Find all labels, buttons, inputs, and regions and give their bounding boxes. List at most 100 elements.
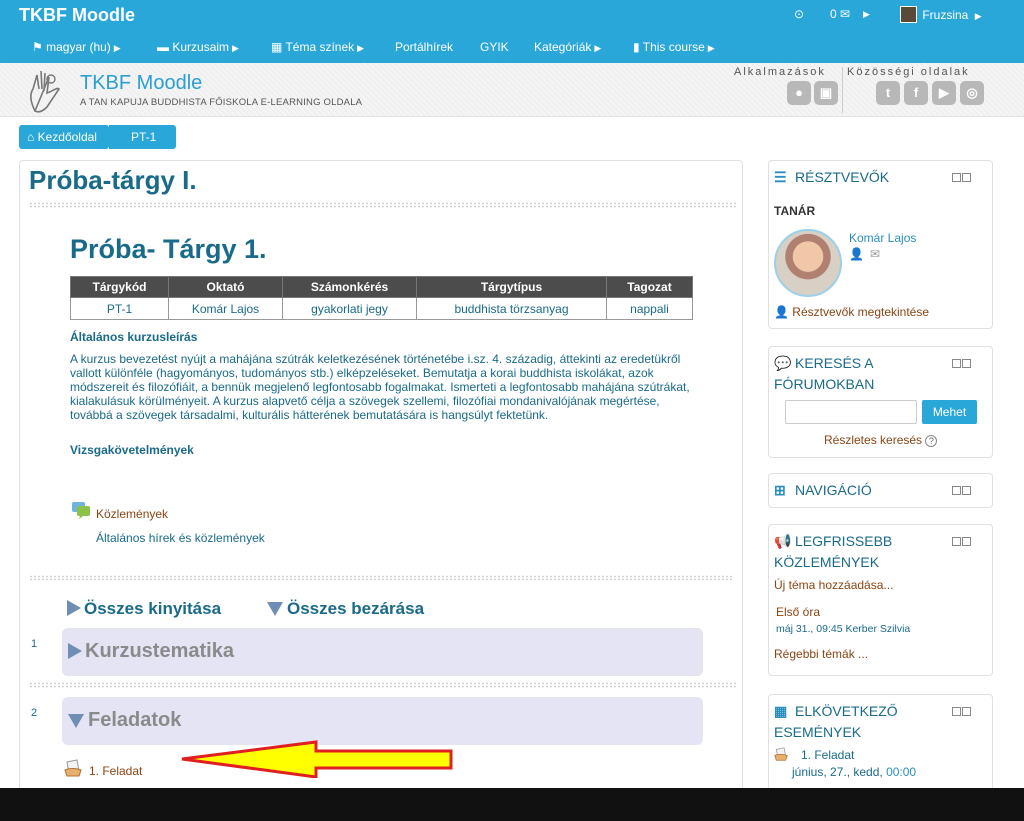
user-avatar [900,6,917,23]
section-feladatok[interactable]: Feladatok [62,697,703,745]
search-input[interactable] [785,400,917,424]
dock-icon[interactable] [962,537,971,546]
envelope-icon[interactable]: ✉ [870,247,880,261]
forum-icon [72,502,90,519]
teacher-avatar[interactable] [774,229,842,297]
collapse-all-button[interactable]: Összes bezárása [267,599,424,619]
caret-icon: ▶ [232,43,239,53]
help-icon[interactable]: ? [925,435,938,447]
event-link[interactable]: 1. Feladat [801,748,854,762]
block-title-line1: KERESÉS A [795,355,874,371]
expand-all-button[interactable]: Összes kinyitása [67,599,221,619]
view-participants-link[interactable]: 👤 Résztvevők megtekintése [774,305,929,319]
menu-my-courses[interactable]: ▬ Kurzusaim ▶ [157,40,239,54]
section-title-label: Feladatok [88,709,182,731]
advanced-search-label: Részletes keresés [824,433,923,447]
dock-icon[interactable] [962,486,971,495]
book-icon: ▮ [633,40,640,54]
menu-language[interactable]: ⚑ magyar (hu) ▶ [32,40,121,54]
dock-icon[interactable] [962,173,971,182]
social-label: Közösségi oldalak [847,66,970,78]
minimize-icon[interactable] [952,707,961,716]
megaphone-icon: 📢 [774,533,792,549]
user-icon[interactable]: 👤 [849,247,864,261]
news-item-author: Kerber Szilvia [845,623,911,635]
block-controls[interactable] [952,537,972,546]
block-participants: ☰ RÉSZTVEVŐK TANÁR Komár Lajos 👤 ✉ 👤 Rész… [768,160,993,329]
breadcrumb-course[interactable]: PT-1 [108,125,177,149]
section-title: Kurzustematika [68,640,234,663]
menu-theme-colors[interactable]: ▦ Téma színek ▶ [271,40,364,54]
table-header-row: Tárgykód Oktató Számonkérés Tárgytípus T… [70,276,693,298]
news-item-link[interactable]: Első óra [776,605,820,619]
add-topic-link[interactable]: Új téma hozzáadása... [774,578,893,592]
target-icon[interactable]: ⊙ [794,7,804,21]
block-title: ▦ ELKÖVETKEZŐ ESEMÉNYEK [774,701,898,743]
dock-icon[interactable] [962,359,971,368]
older-topics-link[interactable]: Régebbi témák ... [774,647,868,661]
block-controls[interactable] [952,359,972,368]
section-kurzustematika[interactable]: Kurzustematika [62,628,703,676]
block-title: 📢 LEGFRISSEBB KÖZLEMÉNYEK [774,531,892,573]
description-heading: Általános kurzusleírás [70,330,198,344]
minimize-icon[interactable] [952,173,961,182]
brand-link[interactable]: TKBF Moodle [19,5,135,26]
block-controls[interactable] [952,486,972,495]
hand-logo-icon[interactable] [25,67,65,115]
flag-icon: ⚑ [32,40,43,54]
search-button[interactable]: Mehet [922,400,977,424]
android-icon[interactable]: ▣ [814,81,838,105]
dock-icon[interactable] [962,707,971,716]
advanced-search-link[interactable]: Részletes keresés ? [824,433,938,447]
caret-icon: ▶ [707,43,715,53]
menu-my-courses-label: Kurzusaim [172,40,230,54]
user-menu[interactable]: Fruzsina ▶ [900,6,982,23]
sitemap-icon: ⊞ [774,482,786,498]
teacher-name[interactable]: Komár Lajos [849,231,916,245]
user-caret-icon: ▶ [974,11,982,21]
block-controls[interactable] [952,707,972,716]
messages-caret-icon[interactable]: ▶ [863,9,870,20]
table-cell: Komár Lajos [168,297,283,320]
facebook-icon[interactable]: f [904,81,928,105]
divider [842,67,843,113]
page-title: Próba-tárgy I. [29,165,197,195]
menu-this-course[interactable]: ▮ This course ▶ [633,40,715,54]
menu-faq[interactable]: GYIK [480,40,509,54]
breadcrumb-home-label: Kezdőoldal [37,130,97,144]
apple-icon[interactable]: ● [787,81,811,105]
menu-this-course-label: This course [642,40,705,54]
block-title-line2: FÓRUMOKBAN [774,376,875,392]
messages-menu[interactable]: 0 ✉ [830,7,850,21]
table-cell: PT-1 [70,297,169,320]
menu-language-label: magyar (hu) [46,40,111,54]
section-number: 1 [31,638,38,650]
minimize-icon[interactable] [952,537,961,546]
forum-link[interactable]: Közlemények [96,507,168,521]
site-name[interactable]: TKBF Moodle [80,72,202,95]
block-title-line1: LEGFRISSEBB [795,533,893,549]
menu-categories[interactable]: Kategóriák ▶ [534,40,601,54]
divider [29,202,736,208]
minimize-icon[interactable] [952,359,961,368]
user-name: Fruzsina [922,8,969,22]
event-time-link[interactable]: 00:00 [886,765,916,779]
collapse-all-label: Összes bezárása [287,599,425,618]
table-cell: nappali [606,297,693,320]
expand-icon[interactable] [952,486,961,495]
activity-link[interactable]: 1. Feladat [89,764,142,778]
menu-portal-news[interactable]: Portálhírek [395,40,453,54]
globe-icon[interactable]: ◎ [960,81,984,105]
block-title: 💬 KERESÉS A FÓRUMOKBAN [774,353,874,395]
breadcrumb-home[interactable]: ⌂ Kezdőoldal [19,125,119,149]
youtube-icon[interactable]: ▶ [932,81,956,105]
apps-label: Alkalmazások [734,66,826,78]
twitter-icon[interactable]: t [876,81,900,105]
news-item-date: máj 31., 09:45 [776,623,843,635]
caret-icon: ▶ [113,43,121,53]
view-participants-label: Résztvevők megtekintése [792,305,930,319]
block-controls[interactable] [952,173,972,182]
assignment-icon [774,747,788,761]
caret-icon: ▶ [594,43,602,53]
section-title-label: Kurzustematika [85,640,234,662]
